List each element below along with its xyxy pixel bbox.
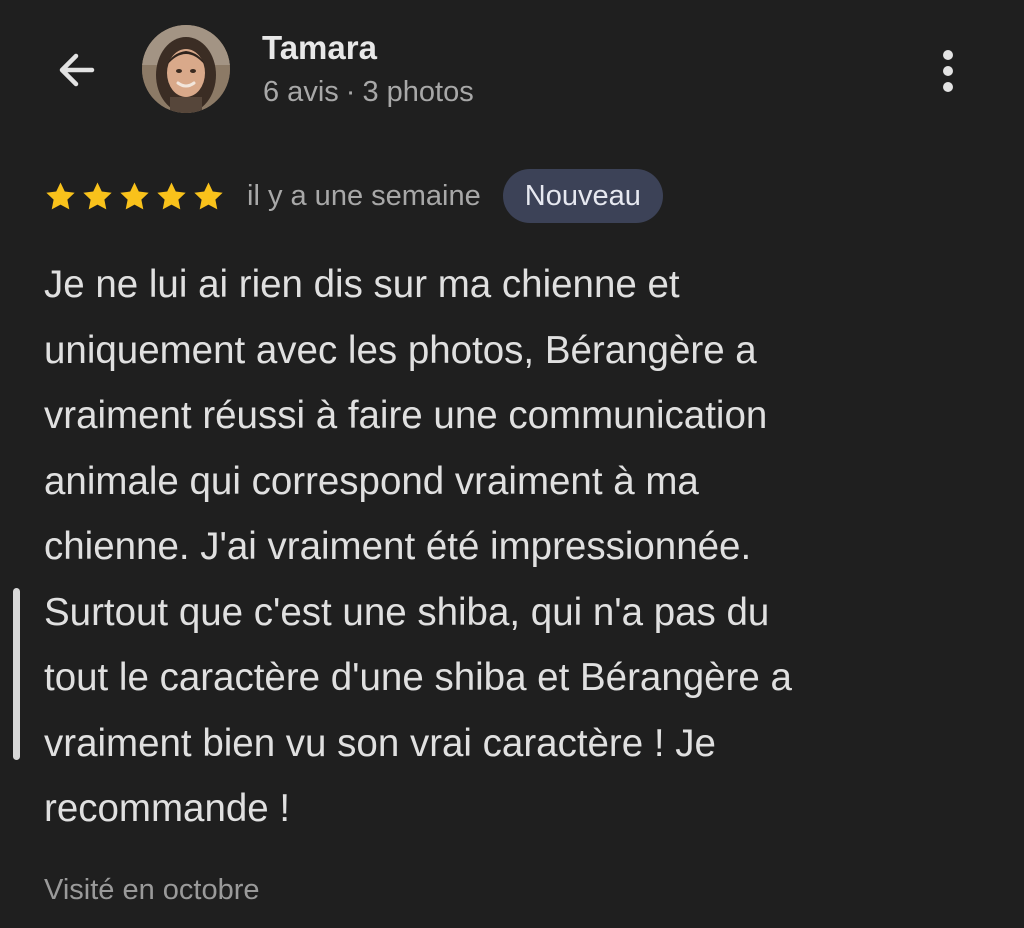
scrollbar[interactable] bbox=[13, 588, 20, 760]
star-icon bbox=[157, 181, 186, 209]
new-badge: Nouveau bbox=[502, 169, 663, 223]
star-icon bbox=[194, 181, 223, 209]
star-rating bbox=[44, 180, 225, 213]
review-time: il y a une semaine bbox=[247, 179, 481, 212]
star-icon bbox=[46, 181, 75, 209]
review-text-line: vraiment réussi à faire une communicatio… bbox=[44, 394, 768, 437]
review-text-line: tout le caractère d'une shiba et Bérangè… bbox=[44, 656, 792, 699]
star-icon bbox=[120, 181, 149, 209]
rating-row: il y a une semaine Nouveau bbox=[44, 168, 663, 224]
more-vertical-icon bbox=[943, 50, 953, 92]
review-text-line: Surtout que c'est une shiba, qui n'a pas… bbox=[44, 590, 770, 634]
stats-separator: · bbox=[345, 76, 356, 108]
avatar[interactable] bbox=[142, 25, 230, 113]
review-text: Je ne lui ai rien dis sur ma chienne et u… bbox=[44, 252, 1004, 842]
visit-date: Visité en octobre bbox=[44, 874, 260, 906]
arrow-left-icon bbox=[59, 53, 95, 87]
more-options-button[interactable] bbox=[922, 40, 974, 102]
review-text-line: vraiment bien vu son vrai caractère ! Je bbox=[44, 721, 716, 765]
user-stats: 6 avis · 3 photos bbox=[263, 74, 474, 110]
reviews-count: 6 avis bbox=[263, 76, 339, 108]
user-name[interactable]: Tamara bbox=[262, 28, 377, 68]
review-text-line: animale qui correspond vraiment à ma bbox=[44, 459, 699, 503]
back-button[interactable] bbox=[46, 40, 106, 100]
star-icon bbox=[83, 181, 112, 209]
review-text-line: chienne. J'ai vraiment été impressionnée… bbox=[44, 525, 752, 568]
avatar-photo bbox=[142, 25, 230, 113]
review-header: Tamara 6 avis · 3 photos bbox=[0, 0, 1024, 140]
review-text-line: Je ne lui ai rien dis sur ma chienne et bbox=[44, 263, 680, 306]
review-text-line: recommande ! bbox=[44, 787, 291, 830]
review-text-line: uniquement avec les photos, Bérangère a bbox=[44, 328, 757, 372]
photos-count: 3 photos bbox=[362, 76, 474, 108]
